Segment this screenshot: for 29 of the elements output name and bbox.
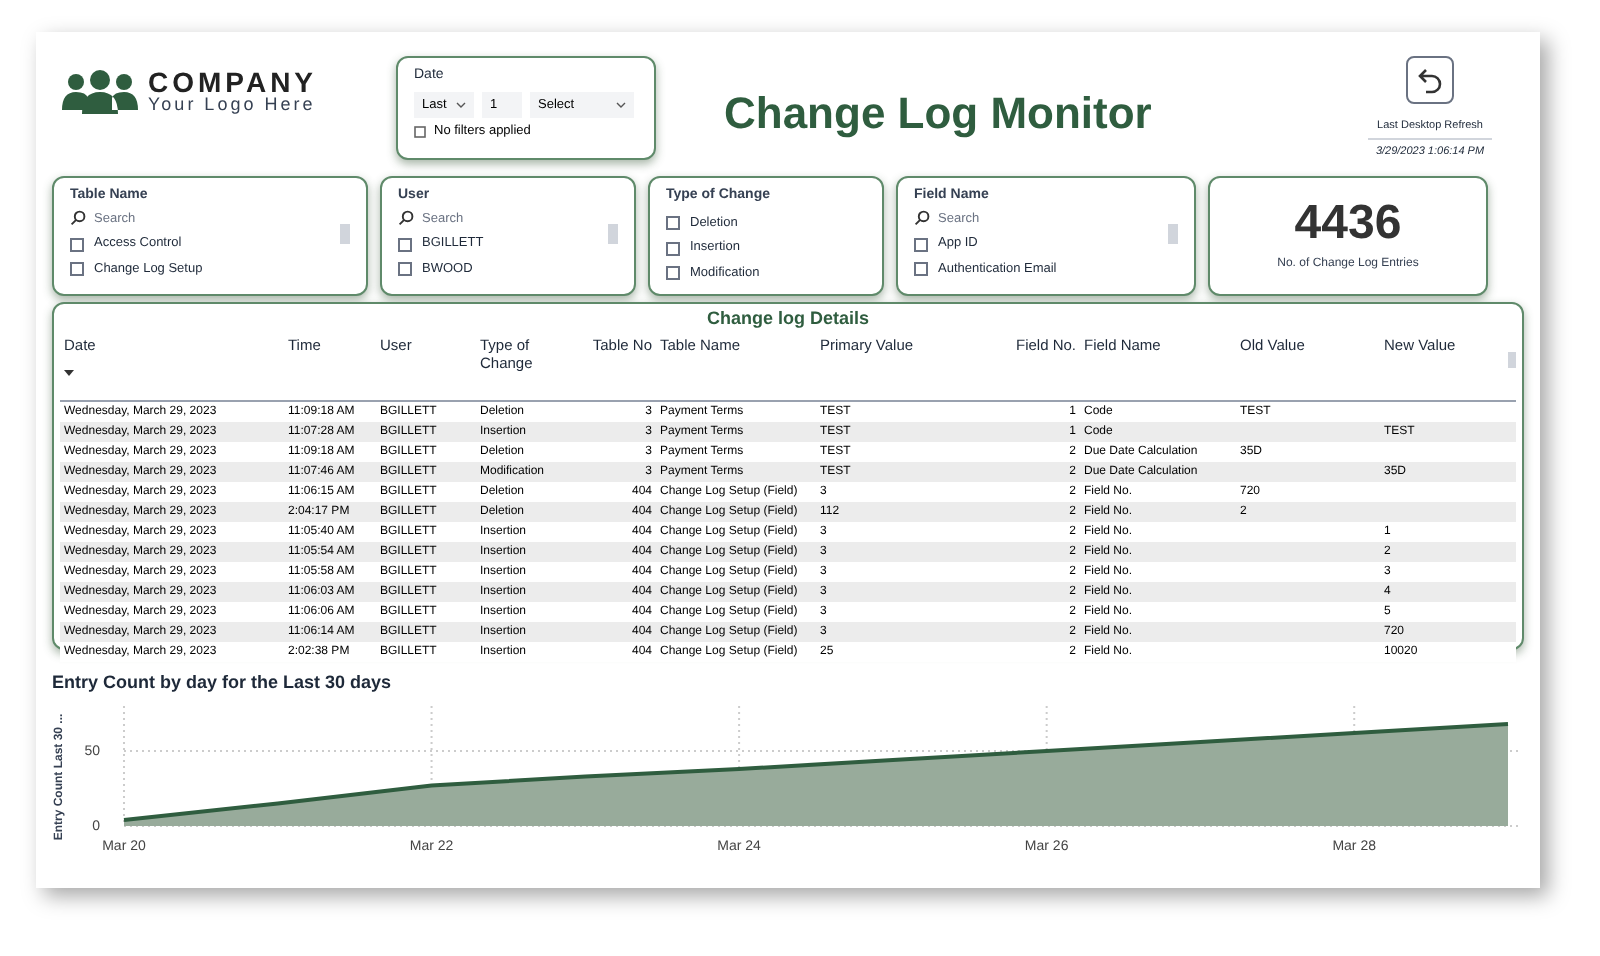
checkbox[interactable] — [70, 262, 84, 277]
chevron-icon — [456, 101, 466, 108]
company-name: COMPANY — [148, 68, 318, 96]
checkbox[interactable] — [914, 237, 928, 252]
scrollbar[interactable] — [608, 224, 618, 244]
checkbox[interactable] — [666, 215, 680, 230]
kpi-value: 4436 — [1294, 199, 1402, 247]
logo-tagline: Your Logo Here — [148, 96, 318, 114]
checkbox[interactable] — [70, 237, 84, 252]
refresh-button[interactable] — [1406, 56, 1454, 104]
checkbox[interactable] — [398, 262, 412, 277]
scrollbar[interactable] — [340, 224, 350, 244]
search-icon — [398, 210, 414, 227]
checkbox[interactable] — [914, 262, 928, 277]
scrollbar[interactable] — [1508, 352, 1516, 368]
sort-desc-icon — [64, 369, 74, 375]
undo-arrow-icon — [1416, 66, 1444, 94]
checkbox[interactable] — [666, 266, 680, 281]
search-icon — [914, 210, 930, 227]
search-icon — [70, 210, 86, 227]
checkbox[interactable] — [398, 237, 412, 252]
dashboard-title: Change Log Monitor — [724, 86, 1152, 142]
chart-title: Entry Count by day for the Last 30 days — [52, 670, 394, 696]
scrollbar[interactable] — [1168, 224, 1178, 244]
people-logo-icon — [60, 69, 140, 113]
chevron-icon — [616, 101, 626, 108]
table-title: Change log Details — [704, 306, 871, 332]
calendar-icon — [414, 126, 426, 139]
checkbox[interactable] — [666, 241, 680, 256]
